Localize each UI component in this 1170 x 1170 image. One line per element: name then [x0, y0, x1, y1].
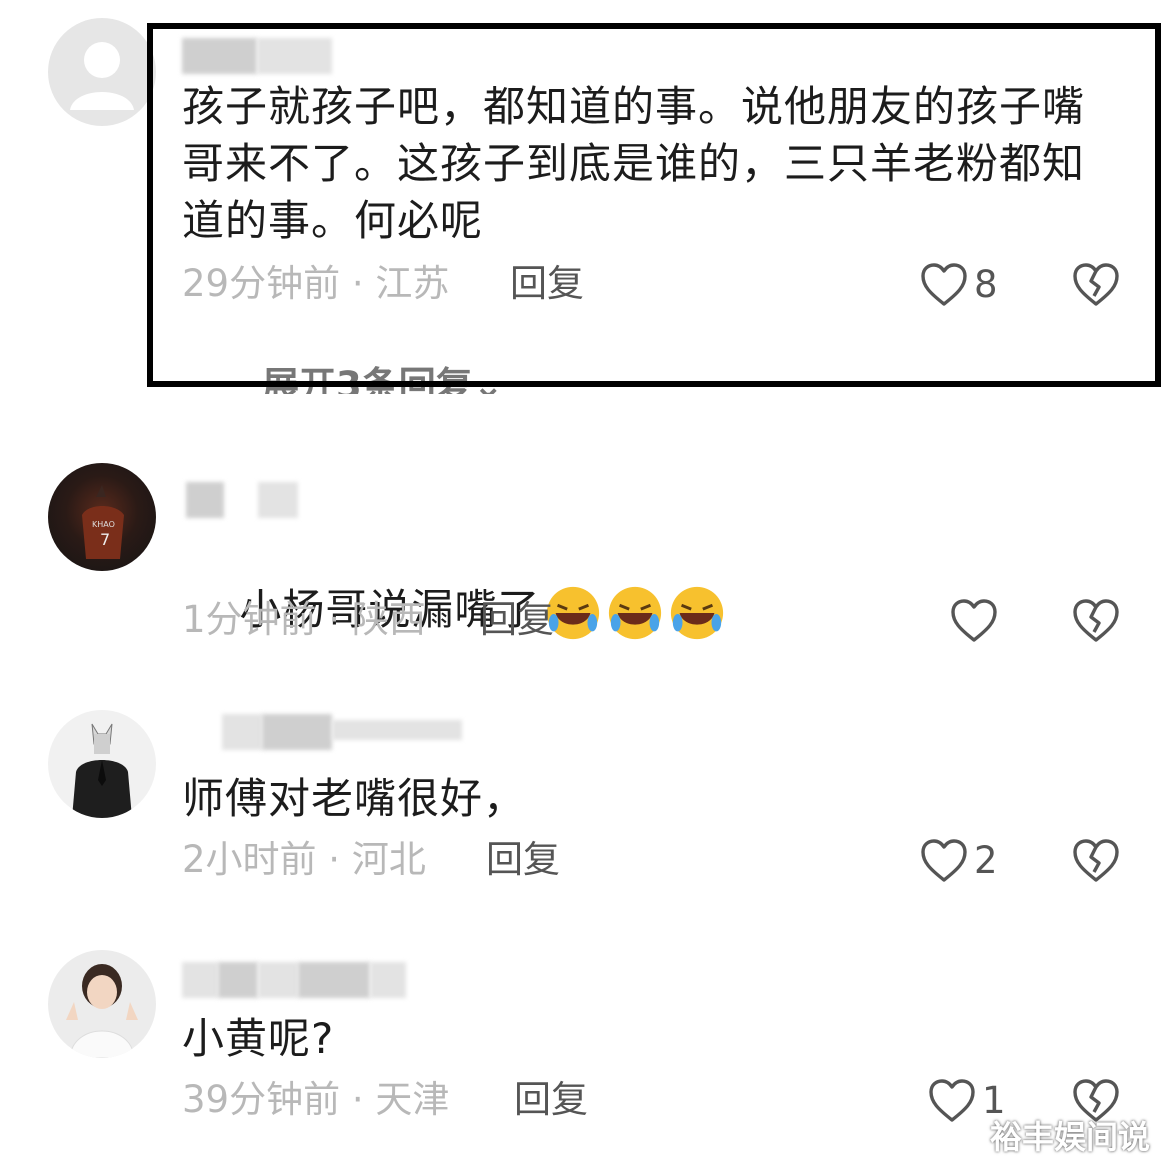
avatar[interactable]: KHAO 7 — [48, 463, 156, 571]
reply-button[interactable]: 回复 — [486, 838, 560, 882]
default-avatar-icon — [70, 42, 134, 110]
dislike-button[interactable] — [1072, 598, 1120, 646]
like-button[interactable] — [950, 596, 1004, 646]
avatar-image — [66, 964, 138, 1058]
heart-outline-icon — [929, 1079, 975, 1122]
broken-heart-icon — [1073, 263, 1119, 306]
dislike-button[interactable] — [1072, 262, 1120, 310]
expand-replies-label: 展开3条回复 — [262, 364, 473, 394]
broken-heart-icon — [1073, 599, 1119, 642]
meta-separator: · — [340, 262, 376, 305]
comment-meta: 39分钟前 · 天津 — [182, 1078, 449, 1122]
comment-text: 师傅对老嘴很好， — [182, 774, 527, 823]
comment-location: 河北 — [351, 838, 426, 881]
comment-location: 江苏 — [375, 262, 450, 305]
comment-meta: 2小时前 · 河北 — [182, 838, 426, 882]
meta-separator: · — [316, 598, 352, 641]
heart-outline-icon — [921, 263, 967, 306]
svg-text:KHAO: KHAO — [92, 520, 115, 529]
rolling-on-floor-laughing-emoji — [609, 586, 662, 639]
avatar[interactable] — [48, 710, 156, 818]
comment-meta: 1分钟前 · 陕西 — [182, 598, 426, 642]
svg-text:7: 7 — [100, 530, 110, 549]
comment-time: 1分钟前 — [182, 598, 317, 641]
watermark: 裕丰娱间说 — [990, 1118, 1151, 1156]
comment-text: 孩子就孩子吧，都知道的事。说他朋友的孩子嘴哥来不了。这孩子到底是谁的，三只羊老粉… — [182, 82, 1086, 245]
reply-button[interactable]: 回复 — [510, 262, 584, 306]
comment-location: 陕西 — [351, 598, 426, 641]
avatar-image: KHAO 7 — [82, 485, 124, 559]
heart-outline-icon — [921, 839, 967, 882]
rolling-on-floor-laughing-emoji — [671, 586, 724, 639]
broken-heart-icon — [1073, 839, 1119, 882]
comment-time: 39分钟前 — [182, 1078, 341, 1121]
chevron-down-icon: ⌄ — [472, 364, 504, 394]
reply-button[interactable]: 回复 — [480, 598, 554, 642]
like-count: 2 — [974, 839, 998, 882]
like-button[interactable]: 2 — [920, 836, 998, 886]
dislike-button[interactable] — [1072, 838, 1120, 886]
avatar[interactable] — [48, 950, 156, 1058]
comment-text: 小黄呢? — [182, 1014, 335, 1063]
meta-separator: · — [316, 838, 352, 881]
reply-button[interactable]: 回复 — [514, 1078, 588, 1122]
comment-location: 天津 — [375, 1078, 450, 1121]
heart-outline-icon — [951, 599, 997, 642]
comment-meta: 29分钟前 · 江苏 — [182, 262, 449, 306]
meta-separator: · — [340, 1078, 376, 1121]
comment-time: 2小时前 — [182, 838, 317, 881]
avatar[interactable] — [48, 18, 156, 126]
like-button[interactable]: 8 — [920, 260, 998, 310]
like-count: 8 — [974, 263, 998, 306]
comment-time: 29分钟前 — [182, 262, 341, 305]
avatar-image — [72, 723, 132, 818]
expand-replies-button[interactable]: 展开3条回复⌄ — [262, 364, 504, 394]
